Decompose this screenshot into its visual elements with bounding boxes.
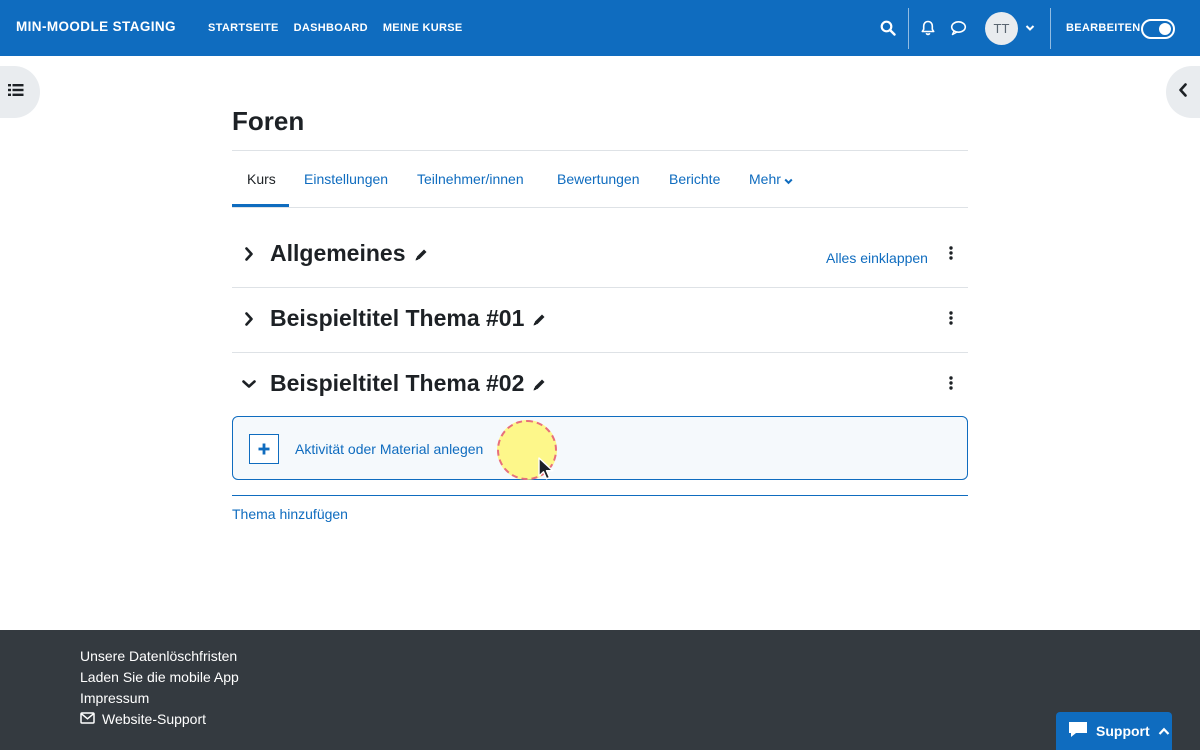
mouse-cursor-icon (536, 456, 558, 487)
kebab-menu-icon[interactable] (944, 243, 958, 263)
course-index-drawer-toggle[interactable] (0, 66, 40, 118)
primary-navigation: STARTSEITE DASHBOARD MEINE KURSE (208, 22, 463, 34)
chevron-left-icon (1178, 82, 1188, 102)
footer-link-data-retention[interactable]: Unsere Datenlöschfristen (80, 648, 239, 665)
course-section-allgemeines: Allgemeines Alles einklappen (232, 223, 968, 288)
footer-link-website-support[interactable]: Website-Support (80, 711, 239, 728)
add-topic-link[interactable]: Thema hinzufügen (232, 506, 348, 522)
section-title[interactable]: Allgemeines (270, 240, 428, 268)
add-activity-label: Aktivität oder Material anlegen (295, 441, 484, 457)
course-section-thema-02: Beispieltitel Thema #02 (232, 353, 968, 418)
navbar-divider (1050, 8, 1051, 49)
section-title[interactable]: Beispieltitel Thema #01 (270, 305, 546, 333)
secondary-navigation: Kurs Einstellungen Teilnehmer/innen Bewe… (232, 150, 968, 208)
envelope-icon (80, 711, 95, 728)
tab-einstellungen[interactable]: Einstellungen (304, 171, 388, 187)
collapse-all-link[interactable]: Alles einklappen (826, 250, 928, 266)
chevron-down-icon (784, 172, 793, 188)
edit-mode-label: BEARBEITEN (1066, 22, 1141, 34)
nav-link-meine-kurse[interactable]: MEINE KURSE (383, 22, 463, 34)
tab-mehr[interactable]: Mehr (749, 171, 793, 188)
plus-icon (249, 434, 279, 464)
tab-bewertungen[interactable]: Bewertungen (557, 171, 640, 187)
nav-link-dashboard[interactable]: DASHBOARD (294, 22, 368, 34)
site-brand-link[interactable]: MIN-MOODLE STAGING (16, 19, 176, 34)
section-title-text: Beispieltitel Thema #02 (270, 370, 525, 396)
section-divider (232, 495, 968, 496)
support-button[interactable]: Support (1056, 712, 1172, 750)
nav-link-startseite[interactable]: STARTSEITE (208, 22, 279, 34)
tab-berichte[interactable]: Berichte (669, 171, 720, 187)
course-section-thema-01: Beispieltitel Thema #01 (232, 288, 968, 353)
chat-bubble-icon (1068, 721, 1088, 741)
user-avatar[interactable]: TT (985, 12, 1018, 45)
pencil-icon[interactable] (532, 371, 546, 398)
section-title[interactable]: Beispieltitel Thema #02 (270, 370, 546, 398)
footer-links: Unsere Datenlöschfristen Laden Sie die m… (80, 648, 239, 728)
chevron-down-icon[interactable] (240, 375, 258, 393)
footer-link-mobile-app[interactable]: Laden Sie die mobile App (80, 669, 239, 686)
top-navbar: MIN-MOODLE STAGING STARTSEITE DASHBOARD … (0, 0, 1200, 56)
messages-chat-icon[interactable] (948, 18, 968, 38)
add-activity-button[interactable]: Aktivität oder Material anlegen (232, 416, 968, 480)
pencil-icon[interactable] (414, 241, 428, 268)
support-button-label: Support (1096, 723, 1150, 739)
pencil-icon[interactable] (532, 306, 546, 333)
kebab-menu-icon[interactable] (944, 308, 958, 328)
toggle-knob (1159, 23, 1171, 35)
chevron-up-icon (1158, 723, 1170, 739)
tab-teilnehmer[interactable]: Teilnehmer/innen (417, 171, 524, 187)
chevron-right-icon[interactable] (240, 310, 258, 328)
active-tab-indicator (232, 204, 289, 207)
tab-mehr-label: Mehr (749, 171, 781, 187)
user-menu-chevron-down-icon[interactable] (1020, 18, 1040, 38)
navbar-divider (908, 8, 909, 49)
search-icon[interactable] (878, 18, 898, 38)
notification-bell-icon[interactable] (918, 18, 938, 38)
block-drawer-toggle[interactable] (1166, 66, 1200, 118)
list-icon (8, 83, 24, 102)
tab-kurs[interactable]: Kurs (247, 171, 276, 187)
kebab-menu-icon[interactable] (944, 373, 958, 393)
edit-mode-toggle[interactable] (1141, 19, 1175, 39)
section-title-text: Allgemeines (270, 240, 406, 266)
website-support-label: Website-Support (102, 711, 207, 727)
chevron-right-icon[interactable] (240, 245, 258, 263)
section-title-text: Beispieltitel Thema #01 (270, 305, 525, 331)
page-footer: Unsere Datenlöschfristen Laden Sie die m… (0, 630, 1200, 750)
footer-link-impressum[interactable]: Impressum (80, 690, 239, 707)
page-title: Foren (232, 106, 305, 136)
